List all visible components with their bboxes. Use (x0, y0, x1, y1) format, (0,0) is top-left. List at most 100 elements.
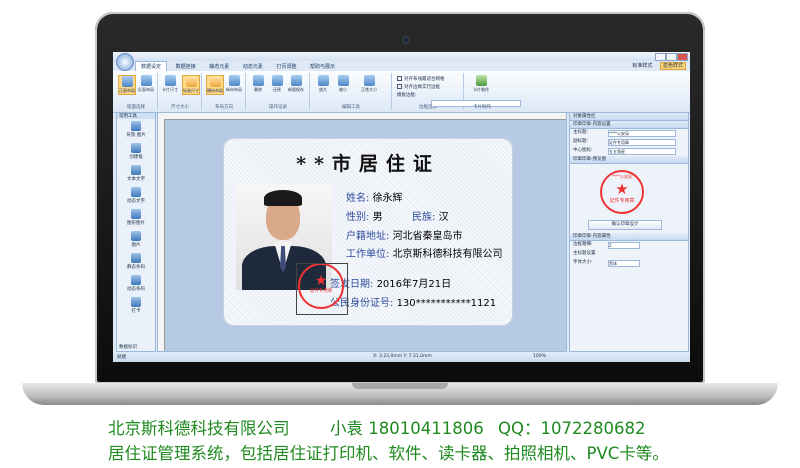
sub-title-input[interactable]: 证件专用章 (608, 139, 676, 146)
card-size-button[interactable]: 卡片尺寸 (162, 75, 178, 93)
prop-sub-title: 副标题: 证件专用章 (570, 138, 688, 147)
footer-description: 居住证管理系统，包括居住证打印机、软件、读卡器、拍照相机、PVC卡等。 (108, 444, 669, 463)
delete-button[interactable]: 删除 (250, 75, 266, 93)
save-new-button[interactable]: 新版保存 (288, 75, 304, 93)
ribbon-group-edit: 放大 缩小 正常大小 编辑工具 (311, 73, 392, 110)
border-width-input[interactable]: 2 (608, 242, 640, 249)
tool-graphic-image[interactable]: 图形图片 (117, 209, 155, 229)
main-title-input[interactable]: ****公安局 (608, 130, 676, 137)
close-button[interactable] (677, 53, 688, 61)
tool-static-barcode[interactable]: 静态条码 (117, 253, 155, 273)
ribbon-group-size: 卡片尺寸 标准尺寸 尺寸大小 (159, 73, 202, 110)
title-bar (113, 52, 690, 61)
dynamic-text-icon (131, 187, 141, 197)
footer-qq: QQ：1072280682 (498, 419, 646, 438)
prop-main-title: 主标题: ****公安局 (570, 129, 688, 138)
status-text: 就绪 (117, 355, 126, 360)
webcam-icon (402, 36, 410, 44)
text-icon (131, 165, 141, 175)
card-title: **市居住证 (296, 153, 440, 175)
ribbon-tab[interactable]: 数据设定 (135, 61, 168, 71)
prop-title-settings: 主标题设置 (573, 251, 596, 256)
stamp-preview-seal: ****公安局 ★ 证件专用章 (600, 170, 644, 214)
prop-border-width: 边框粗细: 2 (570, 241, 688, 250)
landscape-button[interactable]: 横向布局 (206, 75, 224, 95)
toolbox-footer: 数据标识 (119, 345, 137, 350)
make-card-button[interactable]: 卡片制作 (473, 75, 489, 93)
portrait-button[interactable]: 纵向布局 (226, 75, 242, 93)
ribbon-tab[interactable]: 数据连接 (171, 62, 201, 71)
field-id-number[interactable]: 公民身份证号: 130***********1121 (330, 294, 496, 309)
minimize-button[interactable] (655, 53, 666, 61)
prop-center-icon: 中心图标: 五五角星 (570, 147, 688, 156)
field-name[interactable]: 姓名: 徐永辉 (346, 189, 403, 204)
ribbon-tabs: 数据设定 数据连接 静态元素 动态元素 打页调整 帮助与展示 (135, 61, 690, 71)
center-icon-select[interactable]: 五五角星 (608, 148, 676, 155)
field-issue-date[interactable]: 签发日期: 2016年7月21日 (330, 275, 451, 290)
ribbon-group-history: 删除 还原 新版保存 操作记录 (247, 73, 310, 110)
tool-print[interactable]: 打卡 (117, 297, 155, 317)
props-section-attributes[interactable]: 印章印章-内容属性 (570, 233, 688, 241)
frame-icon (131, 143, 141, 153)
ribbon-group-make: 卡片制作 卡片制作 (465, 73, 499, 110)
restore-button[interactable]: 还原 (269, 75, 285, 93)
properties-panel: 对象属性栏 印章印章-内容设置 主标题: ****公安局 副标题: 证件专用章 中心… (569, 112, 689, 352)
prop-font: 字体大小: 黑体 (570, 259, 688, 268)
props-section-preview[interactable]: 印章印章-预览图 (570, 156, 688, 164)
ribbon-group-label: 尺寸大小 (171, 105, 189, 110)
back-layout-button[interactable]: 反面布局 (138, 75, 154, 93)
edge-align-checkbox[interactable]: 对齐边缘实行边框 (397, 84, 440, 90)
ribbon-tab[interactable]: 打页调整 (271, 62, 301, 71)
ribbon: 正面布局 反面布局 版面选择 卡片尺寸 标准尺寸 尺寸大小 横向布局 纵向布局 … (113, 71, 690, 113)
toolbox-panel: 常用工具 背景·图片 创建框 文本文字 动态文字 图形图片 图片 静态条码 动态… (116, 112, 156, 352)
toolbox-title: 常用工具 (117, 113, 155, 119)
ribbon-tab[interactable]: 静态元素 (204, 62, 234, 71)
ribbon-group-label: 版面选择 (127, 105, 145, 110)
zoom-out-button[interactable]: 缩小 (335, 75, 351, 93)
standard-size-button[interactable]: 标准尺寸 (182, 75, 200, 95)
app-screen: 数据设定 数据连接 静态元素 动态元素 打页调整 帮助与展示 标准样式 蓝色样式… (113, 52, 690, 362)
footer-contact: 小袁 18010411806 (330, 419, 484, 438)
image-icon (131, 121, 141, 131)
status-zoom: 100% (533, 354, 546, 359)
tool-dynamic-barcode[interactable]: 动态条码 (117, 275, 155, 295)
props-section-content[interactable]: 印章印章-内容设置 (570, 121, 688, 129)
tool-create-frame[interactable]: 创建框 (117, 143, 155, 163)
laptop-notch (352, 383, 448, 389)
style-standard-link[interactable]: 标准样式 (632, 63, 652, 69)
field-employer[interactable]: 工作单位: 北京斯科德科技有限公司 (346, 245, 503, 260)
field-address[interactable]: 户籍地址: 河北省秦皇岛市 (346, 227, 463, 242)
ribbon-tab[interactable]: 动态元素 (238, 62, 268, 71)
tool-background-image[interactable]: 背景·图片 (117, 121, 155, 141)
design-canvas[interactable]: **市居住证 姓名: 徐永辉 性别: 男 民族: 汉 户籍地址: 河北省秦皇岛市… (157, 112, 567, 352)
style-blue-link[interactable]: 蓝色样式 (659, 62, 686, 70)
ribbon-tab[interactable]: 帮助与展示 (305, 62, 340, 71)
barcode-icon (131, 253, 141, 263)
printer-icon (131, 297, 141, 307)
ribbon-group-orientation: 横向布局 纵向布局 布局方向 (203, 73, 246, 110)
field-gender[interactable]: 性别: 男 (346, 208, 383, 223)
stamp-preview: ****公安局 ★ 证件专用章 (570, 164, 688, 218)
ribbon-group-label: 卡片制作 (473, 105, 491, 110)
ribbon-group-layout: 正面布局 反面布局 版面选择 (115, 73, 158, 110)
font-select[interactable]: 黑体 (608, 260, 640, 267)
ribbon-group-label: 布局方向 (215, 105, 233, 110)
front-layout-button[interactable]: 正面布局 (118, 75, 136, 95)
ruler-vertical (158, 119, 165, 351)
confirm-stamp-button[interactable]: 确认印章设计 (588, 220, 662, 230)
ribbon-group-label: 操作记录 (269, 105, 287, 110)
field-ethnicity[interactable]: 民族: 汉 (412, 208, 449, 223)
id-card[interactable]: **市居住证 姓名: 徐永辉 性别: 男 民族: 汉 户籍地址: 河北省秦皇岛市… (224, 139, 512, 325)
actual-size-button[interactable]: 正常大小 (357, 75, 381, 93)
zoom-in-button[interactable]: 放大 (315, 75, 331, 93)
status-bar: 就绪 X: 3.23,0mm Y: 7.31,0mm 100% (113, 352, 690, 362)
stamp-selection-box[interactable] (296, 263, 348, 315)
tool-text[interactable]: 文本文字 (117, 165, 155, 185)
maximize-button[interactable] (666, 53, 677, 61)
border-field-label: 模板边框: (397, 93, 417, 98)
app-menu-orb-icon[interactable] (116, 53, 134, 71)
tool-picture[interactable]: 图片 (117, 231, 155, 251)
tool-dynamic-text[interactable]: 动态文字 (117, 187, 155, 207)
grid-align-checkbox[interactable]: 对齐布线最适合网格 (397, 76, 445, 82)
ruler-horizontal (158, 113, 566, 120)
